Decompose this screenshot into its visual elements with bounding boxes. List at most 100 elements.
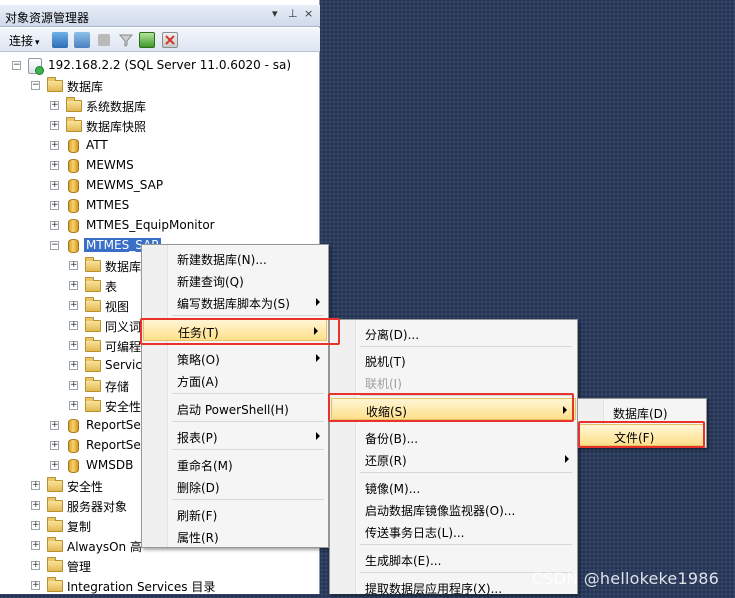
menu-item-rename[interactable]: 重命名(M) (142, 453, 328, 475)
tree-node-management[interactable]: + 管理 (0, 557, 320, 575)
menu-item-facets[interactable]: 方面(A) (142, 369, 328, 391)
tree-node-database[interactable]: + ReportSe (0, 437, 145, 455)
tree-node-server-objects[interactable]: + 服务器对象 (0, 497, 145, 515)
tree-node-database[interactable]: + ATT (0, 137, 320, 155)
tree-node-replication[interactable]: + 复制 (0, 517, 145, 535)
tree-node-label: AlwaysOn 高 (67, 540, 142, 554)
disconnect-icon[interactable] (74, 32, 90, 48)
menu-item-reports[interactable]: 报表(P) (142, 425, 328, 447)
expand-icon[interactable]: + (50, 421, 59, 430)
menu-item-new-query[interactable]: 新建查询(Q) (142, 269, 328, 291)
expand-icon[interactable]: + (50, 181, 59, 190)
menu-item-delete[interactable]: 删除(D) (142, 475, 328, 497)
menu-item-start-powershell[interactable]: 启动 PowerShell(H) (142, 397, 328, 419)
expand-icon[interactable]: + (31, 481, 40, 490)
expand-icon[interactable]: + (31, 581, 40, 590)
tree-node-system-databases[interactable]: + 系统数据库 (0, 97, 320, 115)
filter-icon[interactable] (118, 32, 134, 48)
expand-icon[interactable]: + (50, 461, 59, 470)
tree-node-database[interactable]: + MEWMS (0, 157, 320, 175)
menu-item-properties[interactable]: 属性(R) (142, 525, 328, 547)
explorer-toolbar: 连接 ▾ (0, 28, 320, 52)
activity-monitor-icon[interactable] (162, 32, 178, 48)
close-icon[interactable]: × (304, 7, 313, 20)
expand-icon[interactable]: + (50, 161, 59, 170)
tree-node-child-folder[interactable]: + Service (0, 357, 149, 375)
submenu-arrow-icon (316, 354, 320, 362)
tree-node-integration-services[interactable]: + Integration Services 目录 (0, 577, 320, 595)
expand-icon[interactable]: + (50, 141, 59, 150)
expand-icon[interactable]: + (69, 321, 78, 330)
expand-icon[interactable]: + (50, 201, 59, 210)
tree-node-database[interactable]: + MTMES (0, 197, 320, 215)
collapse-icon[interactable]: − (12, 61, 21, 70)
expand-icon[interactable]: + (31, 561, 40, 570)
refresh-icon[interactable] (139, 32, 155, 48)
menu-item-label: 方面(A) (177, 375, 219, 389)
menu-item-bring-online[interactable]: 联机(I) (330, 371, 577, 393)
pin-dropdown-icon[interactable]: ▾ (272, 7, 278, 20)
tree-node-child-folder[interactable]: + 表 (0, 277, 145, 295)
database-icon (68, 159, 79, 173)
tree-node-server[interactable]: − 192.168.2.2 (SQL Server 11.0.6020 - sa… (0, 57, 320, 75)
menu-item-script-database-as[interactable]: 编写数据库脚本为(S) (142, 291, 328, 313)
expand-icon[interactable]: + (50, 441, 59, 450)
menu-item-label: 脱机(T) (365, 355, 406, 369)
expand-icon[interactable]: + (69, 261, 78, 270)
menu-item-restore[interactable]: 还原(R) (330, 448, 577, 470)
tree-node-database[interactable]: + ReportSe (0, 417, 145, 435)
tree-node-databases[interactable]: − 数据库 (0, 77, 320, 95)
menu-item-mirror[interactable]: 镜像(M)... (330, 476, 577, 498)
folder-icon (47, 537, 63, 552)
menu-item-generate-scripts[interactable]: 生成脚本(E)... (330, 548, 577, 570)
panel-title: 对象资源管理器 (5, 11, 90, 25)
expand-icon[interactable]: + (50, 121, 59, 130)
tree-node-child-folder[interactable]: + 视图 (0, 297, 145, 315)
collapse-icon[interactable]: − (31, 81, 40, 90)
expand-icon[interactable]: + (69, 281, 78, 290)
menu-item-backup[interactable]: 备份(B)... (330, 426, 577, 448)
database-icon (68, 439, 79, 453)
tree-node-label: 视图 (105, 300, 130, 314)
expand-icon[interactable]: + (69, 301, 78, 310)
tree-node-child-folder[interactable]: + 数据库 (0, 257, 145, 275)
tree-node-label: 复制 (67, 520, 92, 534)
menu-item-launch-mirroring-monitor[interactable]: 启动数据库镜像监视器(O)... (330, 498, 577, 520)
expand-icon[interactable]: + (69, 401, 78, 410)
tree-node-child-folder[interactable]: + 可编程 (0, 337, 145, 355)
auto-hide-pin-icon[interactable]: ⊥ (288, 7, 298, 20)
menu-item-new-database[interactable]: 新建数据库(N)... (142, 247, 328, 269)
tree-node-database-snapshots[interactable]: + 数据库快照 (0, 117, 320, 135)
tree-node-database[interactable]: + WMSDB (0, 457, 145, 475)
expand-icon[interactable]: + (69, 361, 78, 370)
tree-node-child-folder[interactable]: + 安全性 (0, 397, 145, 415)
expand-icon[interactable]: + (69, 341, 78, 350)
menu-item-shrink-database[interactable]: 数据库(D) (578, 401, 706, 423)
menu-item-policies[interactable]: 策略(O) (142, 347, 328, 369)
tree-node-child-folder[interactable]: + 存储 (0, 377, 145, 395)
expand-icon[interactable]: + (50, 101, 59, 110)
tree-node-label: WMSDB (86, 458, 134, 472)
menu-item-take-offline[interactable]: 脱机(T) (330, 349, 577, 371)
tree-node-child-folder[interactable]: + 同义词 (0, 317, 145, 335)
connect-object-explorer-icon[interactable] (52, 32, 68, 48)
tree-node-database[interactable]: + MTMES_EquipMonitor (0, 217, 320, 235)
expand-icon[interactable]: + (31, 501, 40, 510)
menu-item-ship-transaction-logs[interactable]: 传送事务日志(L)... (330, 520, 577, 542)
menu-item-label: 删除(D) (177, 481, 220, 495)
expand-icon[interactable]: + (69, 381, 78, 390)
expand-icon[interactable]: + (31, 541, 40, 550)
menu-item-detach[interactable]: 分离(D)... (330, 322, 577, 344)
annotation-box-files (578, 421, 705, 448)
menu-item-refresh[interactable]: 刷新(F) (142, 503, 328, 525)
tree-node-security[interactable]: + 安全性 (0, 477, 145, 495)
connect-dropdown-icon[interactable]: ▾ (35, 38, 40, 48)
tree-node-alwayson[interactable]: + AlwaysOn 高 (0, 537, 145, 555)
tree-node-database[interactable]: + MEWMS_SAP (0, 177, 320, 195)
collapse-icon[interactable]: − (50, 241, 59, 250)
expand-icon[interactable]: + (50, 221, 59, 230)
expand-icon[interactable]: + (31, 521, 40, 530)
menu-item-label: 重命名(M) (177, 459, 233, 473)
connect-button[interactable]: 连接 ▾ (9, 32, 40, 48)
stop-icon[interactable] (98, 34, 110, 46)
